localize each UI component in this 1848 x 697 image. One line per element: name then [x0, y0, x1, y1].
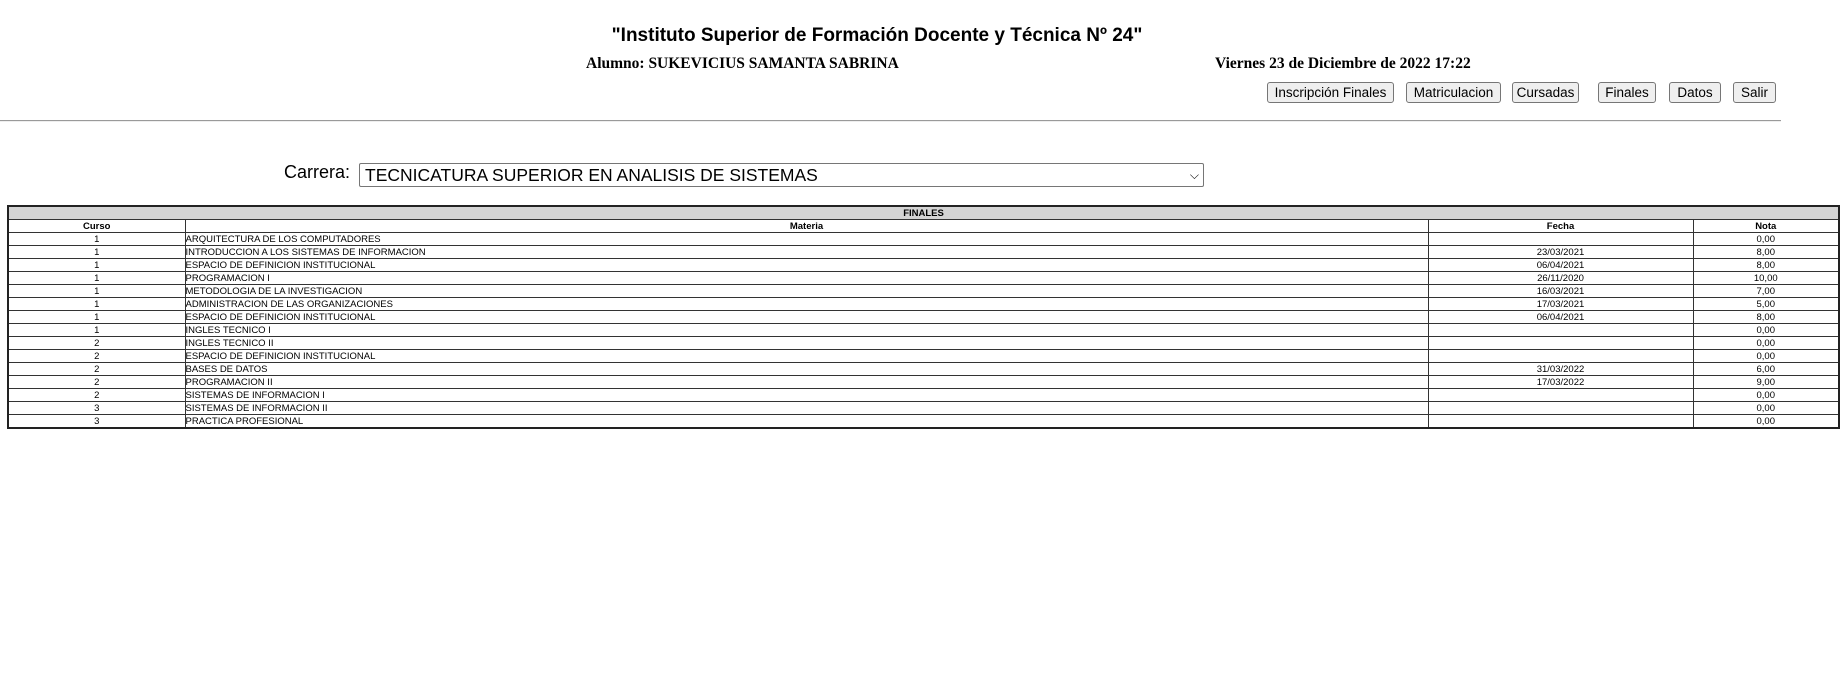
cell-nota: 0,00: [1692, 349, 1840, 363]
cell-fecha: 23/03/2021: [1427, 245, 1694, 259]
cursadas-button[interactable]: Cursadas: [1512, 82, 1579, 103]
cell-nota: 0,00: [1692, 336, 1840, 350]
column-header-nota: Nota: [1692, 219, 1840, 233]
career-label: Carrera:: [284, 162, 351, 182]
cell-nota: 6,00: [1692, 362, 1840, 376]
page: "Instituto Superior de Formación Docente…: [0, 0, 1848, 697]
table-row: 2 BASES DE DATOS 31/03/2022 6,00: [7, 362, 1840, 376]
cell-curso: 1: [7, 297, 186, 311]
cell-nota: 5,00: [1692, 297, 1840, 311]
current-datetime: Viernes 23 de Diciembre de 2022 17:22: [1215, 55, 1471, 72]
chevron-down-icon: ⌵: [1189, 168, 1199, 182]
cell-fecha: 26/11/2020: [1427, 271, 1694, 285]
cell-fecha: [1427, 401, 1694, 415]
cell-fecha: 06/04/2021: [1427, 258, 1694, 272]
cell-curso: 2: [7, 336, 186, 350]
cell-nota: 9,00: [1692, 375, 1840, 389]
career-select-value: TECNICATURA SUPERIOR EN ANALISIS DE SIST…: [365, 165, 818, 185]
table-row: 3 PRACTICA PROFESIONAL 0,00: [7, 414, 1840, 429]
institute-title: "Instituto Superior de Formación Docente…: [611, 25, 1143, 46]
cell-materia: ADMINISTRACION DE LAS ORGANIZACIONES: [184, 297, 1429, 311]
column-header-materia: Materia: [184, 219, 1429, 233]
cell-nota: 8,00: [1692, 245, 1840, 259]
cell-fecha: 17/03/2021: [1427, 297, 1694, 311]
table-row: 2 ESPACIO DE DEFINICION INSTITUCIONAL 0,00: [7, 349, 1840, 363]
cell-nota: 0,00: [1692, 388, 1840, 402]
cell-nota: 8,00: [1692, 258, 1840, 272]
cell-materia: PROGRAMACION II: [184, 375, 1429, 389]
cell-fecha: [1427, 388, 1694, 402]
table-row: 1 METODOLOGIA DE LA INVESTIGACION 16/03/20…: [7, 284, 1840, 298]
cell-curso: 1: [7, 284, 186, 298]
cell-fecha: [1427, 323, 1694, 337]
cell-materia: SISTEMAS DE INFORMACION I: [184, 388, 1429, 402]
column-header-curso: Curso: [7, 219, 186, 233]
cell-materia: BASES DE DATOS: [184, 362, 1429, 376]
table-row: 3 SISTEMAS DE INFORMACION II 0,00: [7, 401, 1840, 415]
datos-button[interactable]: Datos: [1669, 82, 1721, 103]
cell-fecha: 17/03/2022: [1427, 375, 1694, 389]
table-row: 1 INTRODUCCION A LOS SISTEMAS DE INFORMAC…: [7, 245, 1840, 259]
table-row: 2 PROGRAMACION II 17/03/2022 9,00: [7, 375, 1840, 389]
cell-fecha: 06/04/2021: [1427, 310, 1694, 324]
cell-fecha: 31/03/2022: [1427, 362, 1694, 376]
career-select[interactable]: TECNICATURA SUPERIOR EN ANALISIS DE SIST…: [359, 163, 1204, 187]
cell-materia: INTRODUCCION A LOS SISTEMAS DE INFORMACI…: [184, 245, 1429, 259]
cell-nota: 10,00: [1692, 271, 1840, 285]
cell-materia: ESPACIO DE DEFINICION INSTITUCIONAL: [184, 258, 1429, 272]
cell-curso: 3: [7, 401, 186, 415]
cell-fecha: [1427, 336, 1694, 350]
cell-nota: 0,00: [1692, 414, 1840, 429]
cell-materia: INGLES TECNICO I: [184, 323, 1429, 337]
column-header-fecha: Fecha: [1427, 219, 1694, 233]
table-row: 1 ESPACIO DE DEFINICION INSTITUCIONAL 06/0…: [7, 258, 1840, 272]
table-row: 1 PROGRAMACION I 26/11/2020 10,00: [7, 271, 1840, 285]
cell-materia: METODOLOGIA DE LA INVESTIGACION: [184, 284, 1429, 298]
cell-materia: PROGRAMACION I: [184, 271, 1429, 285]
cell-fecha: [1427, 232, 1694, 246]
cell-fecha: 16/03/2021: [1427, 284, 1694, 298]
cell-curso: 1: [7, 271, 186, 285]
cell-curso: 2: [7, 388, 186, 402]
student-name: Alumno: SUKEVICIUS SAMANTA SABRINA: [586, 55, 899, 72]
cell-curso: 2: [7, 375, 186, 389]
cell-curso: 1: [7, 310, 186, 324]
cell-fecha: [1427, 349, 1694, 363]
finales-table: FINALES Curso Materia Fecha Nota 1 ARQUIT…: [7, 205, 1841, 429]
table-row: 2 SISTEMAS DE INFORMACION I 0,00: [7, 388, 1840, 402]
cell-materia: PRACTICA PROFESIONAL: [184, 414, 1429, 429]
cell-curso: 1: [7, 245, 186, 259]
inscripcion-finales-button[interactable]: Inscripción Finales: [1267, 82, 1394, 103]
cell-materia: ARQUITECTURA DE LOS COMPUTADORES: [184, 232, 1429, 246]
cell-curso: 1: [7, 323, 186, 337]
cell-curso: 1: [7, 232, 186, 246]
cell-nota: 0,00: [1692, 232, 1840, 246]
finales-button[interactable]: Finales: [1598, 82, 1656, 103]
cell-nota: 0,00: [1692, 323, 1840, 337]
cell-materia: ESPACIO DE DEFINICION INSTITUCIONAL: [184, 310, 1429, 324]
cell-curso: 2: [7, 349, 186, 363]
table-row: 1 ADMINISTRACION DE LAS ORGANIZACIONES 17/…: [7, 297, 1840, 311]
table-caption: FINALES: [7, 205, 1840, 220]
table-row: 1 ESPACIO DE DEFINICION INSTITUCIONAL 06/0…: [7, 310, 1840, 324]
cell-materia: INGLES TECNICO II: [184, 336, 1429, 350]
cell-nota: 0,00: [1692, 401, 1840, 415]
table-row: 2 INGLES TECNICO II 0,00: [7, 336, 1840, 350]
table-row: 1 ARQUITECTURA DE LOS COMPUTADORES 0,00: [7, 232, 1840, 246]
cell-curso: 1: [7, 258, 186, 272]
divider: [0, 120, 1781, 122]
table-row: 1 INGLES TECNICO I 0,00: [7, 323, 1840, 337]
matriculacion-button[interactable]: Matriculacion: [1406, 82, 1501, 103]
salir-button[interactable]: Salir: [1733, 82, 1776, 103]
cell-fecha: [1427, 414, 1694, 429]
cell-materia: SISTEMAS DE INFORMACION II: [184, 401, 1429, 415]
cell-nota: 7,00: [1692, 284, 1840, 298]
cell-curso: 2: [7, 362, 186, 376]
cell-nota: 8,00: [1692, 310, 1840, 324]
cell-curso: 3: [7, 414, 186, 429]
cell-materia: ESPACIO DE DEFINICION INSTITUCIONAL: [184, 349, 1429, 363]
